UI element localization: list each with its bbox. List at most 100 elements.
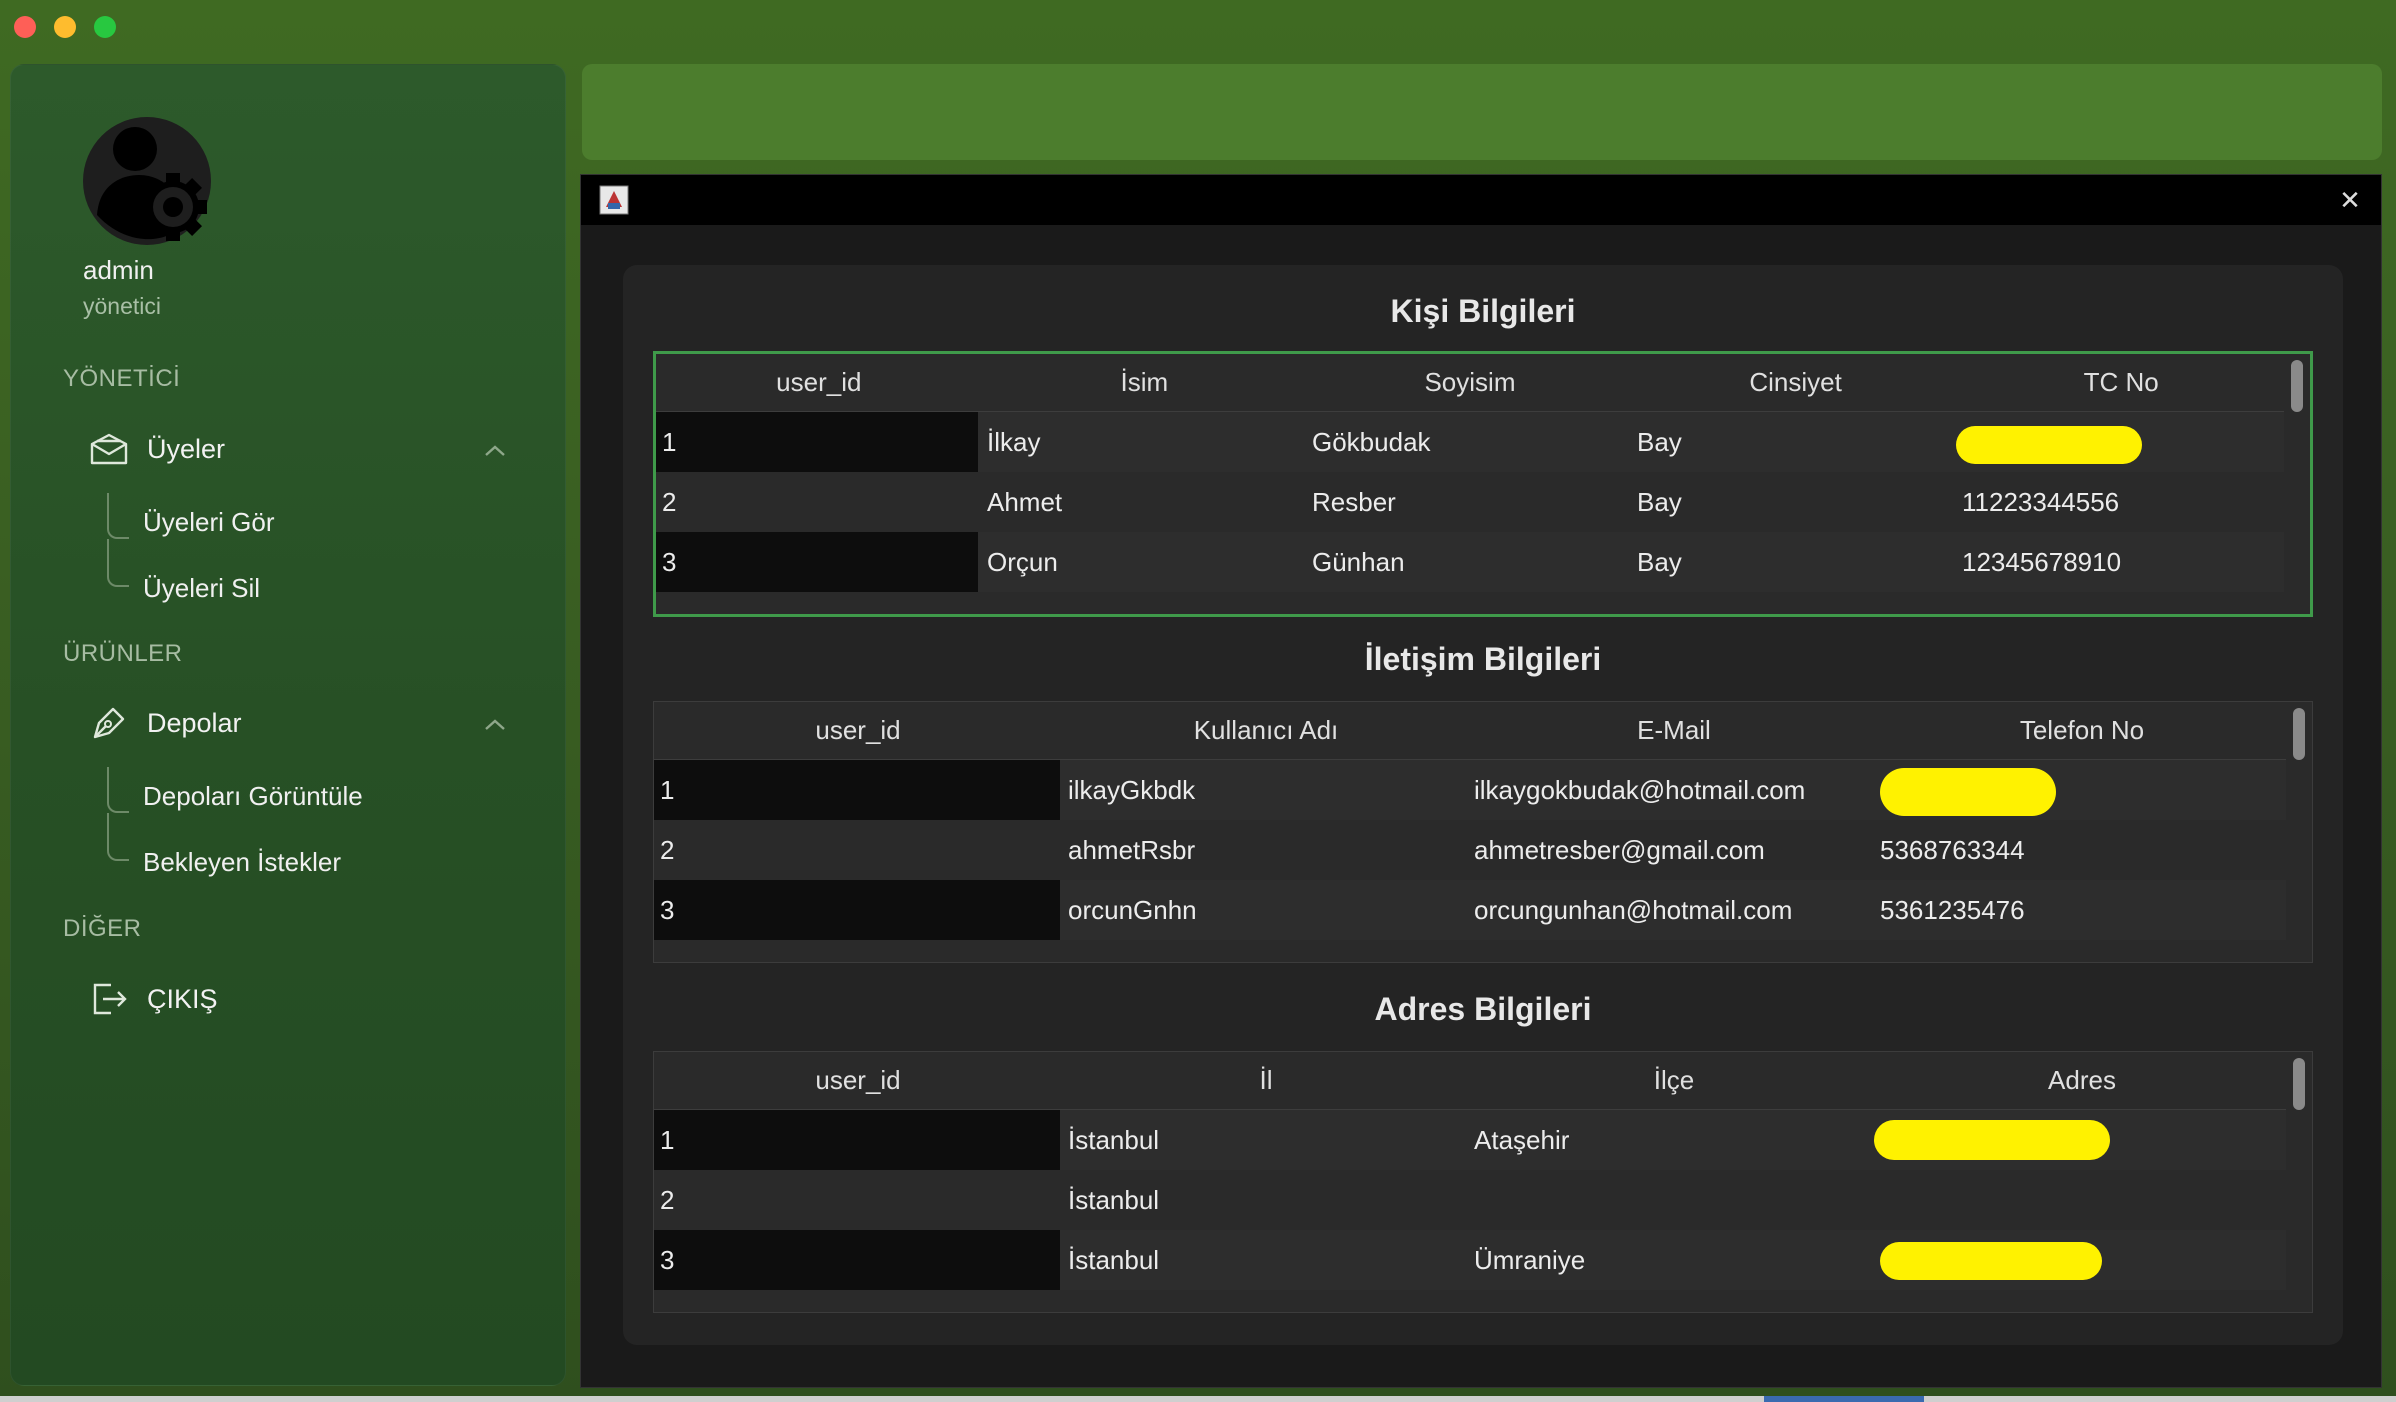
table-row[interactable]: 3 orcunGnhn orcungunhan@hotmail.com 5361… (654, 880, 2286, 940)
tree-line (107, 493, 129, 539)
table-header: user_id İl İlçe Adres (654, 1052, 2286, 1110)
tree-line (107, 767, 129, 813)
sidebar-item-uyeler[interactable]: Üyeler (87, 427, 225, 471)
column-header[interactable]: E-Mail (1470, 702, 1878, 759)
table-cell: Günhan (1312, 546, 1405, 577)
header-bar (582, 64, 2382, 160)
chevron-up-icon[interactable] (481, 711, 509, 739)
pen-icon (87, 701, 131, 745)
table-row[interactable]: 1 ilkayGkbdk ilkaygokbudak@hotmail.com (654, 760, 2286, 820)
table-header: user_id İsim Soyisim Cinsiyet TC No (656, 354, 2284, 412)
sidebar-item-label: Depolar (147, 707, 242, 738)
vertical-scrollbar[interactable] (2286, 1052, 2312, 1312)
tree-line (107, 539, 129, 587)
table-cell: 3 (662, 546, 677, 577)
table-row[interactable]: 2 ahmetRsbr ahmetresber@gmail.com 536876… (654, 820, 2286, 880)
section-title-kisi: Kişi Bilgileri (1390, 293, 1576, 329)
table-cell: orcunGnhn (1068, 894, 1197, 925)
column-header[interactable]: İlçe (1470, 1052, 1878, 1109)
cell-bg (654, 760, 1060, 820)
close-icon[interactable]: ✕ (2333, 183, 2367, 217)
sidebar-item-depolar[interactable]: Depolar (87, 701, 242, 745)
bottom-edge (0, 1396, 2396, 1402)
sidebar-item-bekleyen-istekler[interactable]: Bekleyen İstekler (143, 847, 341, 878)
table-cell: ahmetRsbr (1068, 834, 1196, 865)
sidebar-item-depolari-goruntule[interactable]: Depoları Görüntüle (143, 781, 363, 812)
iletisim-table[interactable]: user_id Kullanıcı Adı E-Mail Telefon No … (653, 701, 2313, 963)
content-panel: Kişi Bilgileri user_id İsim Soyisim Cins… (623, 265, 2343, 1345)
section-label-urunler: ÜRÜNLER (63, 640, 183, 667)
section-label-diger: DİĞER (63, 915, 142, 942)
column-header[interactable]: user_id (656, 354, 982, 411)
table-cell: ahmetresber@gmail.com (1474, 834, 1765, 865)
table-row[interactable]: 3 Orçun Günhan Bay 12345678910 (656, 532, 2284, 592)
section-title-adres: Adres Bilgileri (1374, 991, 1592, 1027)
scrollbar-thumb[interactable] (2293, 1058, 2305, 1110)
section-title-iletisim: İletişim Bilgileri (1364, 641, 1602, 677)
table-row[interactable]: 2 Ahmet Resber Bay 11223344556 (656, 472, 2284, 532)
adres-table[interactable]: user_id İl İlçe Adres 1 İstanbul Ataşehi… (653, 1051, 2313, 1313)
sidebar-item-label: ÇIKIŞ (147, 983, 218, 1014)
section-label-yonetici: YÖNETİCİ (63, 365, 181, 392)
table-cell: Bay (1637, 426, 1682, 457)
table-cell: 12345678910 (1962, 546, 2122, 577)
table-cell: 1 (660, 1124, 675, 1155)
table-row[interactable]: 3 İstanbul Ümraniye (654, 1230, 2286, 1290)
redaction-mark (1880, 768, 2056, 816)
table-row[interactable]: 1 İlkay Gökbudak Bay (656, 412, 2284, 472)
sidebar: admin yönetici YÖNETİCİ Üyeler Üyeleri G… (10, 64, 566, 1386)
cell-bg (656, 532, 978, 592)
user-name: admin (83, 255, 154, 285)
table-cell: 5361235476 (1880, 894, 2025, 925)
maximize-window-button[interactable] (94, 16, 116, 38)
column-header[interactable]: Kullanıcı Adı (1062, 702, 1470, 759)
scrollbar-thumb[interactable] (2293, 708, 2305, 760)
table-cell: Bay (1637, 546, 1682, 577)
column-header[interactable]: Telefon No (1878, 702, 2286, 759)
table-cell: 5368763344 (1880, 834, 2025, 865)
vertical-scrollbar[interactable] (2284, 354, 2310, 614)
table-cell: 1 (662, 426, 677, 457)
column-header[interactable]: Cinsiyet (1633, 354, 1959, 411)
cell-bg (656, 412, 978, 472)
column-header[interactable]: user_id (654, 702, 1062, 759)
table-cell: Orçun (987, 546, 1058, 577)
vertical-scrollbar[interactable] (2286, 702, 2312, 962)
close-window-button[interactable] (14, 16, 36, 38)
table-cell: Resber (1312, 486, 1396, 517)
chevron-up-icon[interactable] (481, 437, 509, 465)
column-header[interactable]: İsim (982, 354, 1308, 411)
minimize-window-button[interactable] (54, 16, 76, 38)
table-cell: 2 (660, 1184, 675, 1215)
table-cell: 2 (660, 834, 675, 865)
cell-bg (654, 1110, 1060, 1170)
table-cell: ilkaygokbudak@hotmail.com (1474, 774, 1806, 805)
table-cell: ilkayGkbdk (1068, 774, 1196, 805)
inbox-icon (87, 427, 131, 471)
internal-frame: ✕ Kişi Bilgileri user_id İsim Soyisim Ci… (580, 174, 2382, 1388)
bottom-accent (1764, 1396, 1924, 1402)
column-header[interactable]: İl (1062, 1052, 1470, 1109)
table-cell: 1 (660, 774, 675, 805)
column-header[interactable]: Adres (1878, 1052, 2286, 1109)
column-header[interactable]: user_id (654, 1052, 1062, 1109)
sidebar-item-uyeleri-gor[interactable]: Üyeleri Gör (143, 507, 274, 538)
table-cell: Ataşehir (1474, 1124, 1570, 1155)
table-cell: 11223344556 (1962, 486, 2120, 517)
kisi-table[interactable]: user_id İsim Soyisim Cinsiyet TC No 1 İl… (653, 351, 2313, 617)
redaction-mark (1874, 1120, 2110, 1160)
redaction-mark (1956, 426, 2142, 464)
scrollbar-thumb[interactable] (2291, 360, 2303, 412)
table-cell: Ümraniye (1474, 1244, 1586, 1275)
table-row[interactable]: 1 İstanbul Ataşehir (654, 1110, 2286, 1170)
table-cell: 3 (660, 894, 675, 925)
table-row-partial[interactable] (654, 1290, 2286, 1312)
table-cell: orcungunhan@hotmail.com (1474, 894, 1793, 925)
logout-icon (87, 977, 131, 1021)
sidebar-item-uyeleri-sil[interactable]: Üyeleri Sil (143, 573, 260, 604)
table-row[interactable]: 2 İstanbul (654, 1170, 2286, 1230)
column-header[interactable]: Soyisim (1307, 354, 1633, 411)
frame-titlebar[interactable]: ✕ (581, 175, 2381, 225)
sidebar-item-cikis[interactable]: ÇIKIŞ (87, 977, 218, 1021)
column-header[interactable]: TC No (1958, 354, 2284, 411)
